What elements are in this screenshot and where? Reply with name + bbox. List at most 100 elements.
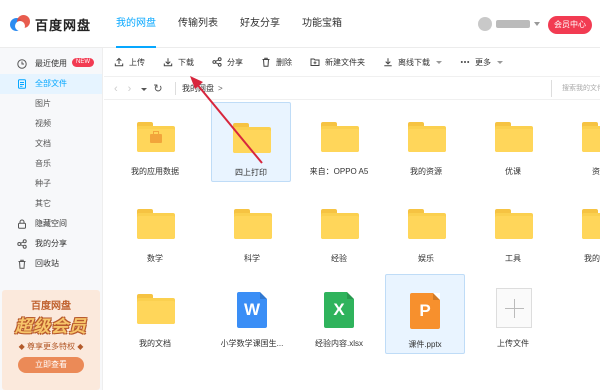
- share-icon: [212, 57, 222, 67]
- sidebar-category-images[interactable]: 图片: [0, 94, 102, 114]
- new-folder-button[interactable]: 新建文件夹: [310, 48, 365, 76]
- file-name: 经验: [331, 254, 347, 263]
- file-item[interactable]: 四上打印: [211, 102, 291, 182]
- user-menu[interactable]: [478, 17, 540, 31]
- file-name: 数学: [147, 254, 163, 263]
- file-item[interactable]: P 课件.pptx: [385, 274, 465, 354]
- file-item[interactable]: 工具: [474, 189, 554, 269]
- file-item[interactable]: 来自：OPPO A5: [300, 102, 380, 182]
- file-icon-wrap: [116, 207, 194, 243]
- delete-label: 删除: [276, 57, 292, 67]
- search-input[interactable]: [552, 80, 600, 97]
- download-button[interactable]: 下载: [163, 48, 194, 76]
- sidebar-category-torrents[interactable]: 种子: [0, 174, 102, 194]
- folder-icon: [233, 123, 271, 153]
- folder-icon: [495, 209, 533, 239]
- sidebar-item-recycle-bin[interactable]: 回收站: [0, 254, 102, 274]
- search-box[interactable]: [551, 80, 600, 97]
- file-icon-wrap: [474, 120, 552, 156]
- history-dropdown-icon[interactable]: [141, 87, 148, 91]
- file-icon-wrap: [474, 207, 552, 243]
- chevron-down-icon: [497, 60, 503, 64]
- file-icon-wrap: [213, 207, 291, 243]
- sidebar-item-hidden-space[interactable]: 隐藏空间: [0, 214, 102, 234]
- delete-button[interactable]: 删除: [261, 48, 292, 76]
- refresh-icon[interactable]: ↻: [153, 82, 162, 96]
- folder-icon: [582, 122, 600, 152]
- back-arrow-icon[interactable]: ‹: [114, 82, 118, 96]
- file-grid: 我的应用数据四上打印来自：OPPO A5我的资源优课资料数学科学经验娱乐工具我的…: [104, 100, 600, 390]
- trash-icon: [262, 57, 270, 67]
- divider: [175, 82, 176, 95]
- forward-arrow-icon[interactable]: ›: [128, 82, 132, 96]
- breadcrumb-root[interactable]: 我的网盘: [182, 84, 214, 93]
- tab-friend-share[interactable]: 好友分享: [229, 0, 291, 48]
- file-item[interactable]: 数学: [116, 189, 196, 269]
- folder-icon: [408, 209, 446, 239]
- upload-button[interactable]: 上传: [114, 48, 145, 76]
- sidebar-item-all-files[interactable]: 全部文件: [0, 74, 102, 94]
- trash-icon: [18, 259, 26, 269]
- file-icon-wrap: [116, 120, 194, 156]
- sidebar-item-recent[interactable]: 最近使用 NEW: [0, 54, 102, 74]
- file-icon-wrap: X: [300, 292, 378, 328]
- file-item[interactable]: X 经验内容.xlsx: [300, 274, 380, 354]
- file-item[interactable]: 经验: [300, 189, 380, 269]
- file-item[interactable]: 科学: [213, 189, 293, 269]
- vip-promo-banner[interactable]: 百度网盘 超级会员 ◆ 尊享更多特权 ◆ 立即查看: [2, 290, 100, 390]
- file-item[interactable]: 我的文档: [116, 274, 196, 354]
- more-dots-icon: [460, 61, 470, 63]
- file-item[interactable]: 资料: [561, 102, 600, 182]
- sidebar-item-my-share[interactable]: 我的分享: [0, 234, 102, 254]
- share-icon: [17, 239, 27, 249]
- folder-icon: [137, 209, 175, 239]
- chevron-down-icon: [436, 60, 442, 64]
- file-icon-wrap: [387, 120, 465, 156]
- file-icon-wrap: W: [213, 292, 291, 328]
- vip-center-button[interactable]: 会员中心: [548, 16, 592, 34]
- file-icon-wrap: [300, 120, 378, 156]
- file-item[interactable]: 优课: [474, 102, 554, 182]
- upload-icon: [114, 57, 124, 67]
- file-name: 科学: [244, 254, 260, 263]
- avatar[interactable]: [478, 17, 492, 31]
- sidebar-item-label: 最近使用: [35, 59, 67, 68]
- sidebar-category-videos[interactable]: 视频: [0, 114, 102, 134]
- folder-icon: [234, 209, 272, 239]
- sidebar-category-music[interactable]: 音乐: [0, 154, 102, 174]
- file-name: 我的文档: [139, 339, 171, 348]
- file-name: 四上打印: [235, 168, 267, 177]
- file-item[interactable]: 我的资源: [387, 102, 467, 182]
- nav-controls: ‹ › ↻: [114, 82, 163, 96]
- tab-my-netdisk[interactable]: 我的网盘: [105, 0, 167, 48]
- main-nav: 我的网盘 传输列表 好友分享 功能宝箱: [105, 0, 353, 48]
- file-icon-wrap: [561, 207, 600, 243]
- more-button[interactable]: 更多: [460, 48, 503, 76]
- offline-download-button[interactable]: 离线下载: [383, 48, 442, 76]
- tab-toolbox[interactable]: 功能宝箱: [291, 0, 353, 48]
- offline-download-icon: [384, 58, 392, 67]
- tab-transfer-list[interactable]: 传输列表: [167, 0, 229, 48]
- file-name: 经验内容.xlsx: [315, 339, 363, 348]
- file-icon-wrap: [300, 207, 378, 243]
- sidebar-category-docs[interactable]: 文档: [0, 134, 102, 154]
- folder-icon: [408, 122, 446, 152]
- folder-icon: [137, 294, 175, 324]
- file-name: 小学数学课国生...: [220, 339, 284, 348]
- sidebar-category-other[interactable]: 其它: [0, 194, 102, 214]
- file-item[interactable]: 我的应用数据: [116, 102, 196, 182]
- file-item[interactable]: 上传文件: [474, 274, 554, 354]
- file-icon-wrap: [561, 120, 600, 156]
- file-item[interactable]: W 小学数学课国生...: [213, 274, 293, 354]
- file-icon-wrap: [116, 292, 194, 328]
- file-item[interactable]: 娱乐: [387, 189, 467, 269]
- file-icon-wrap: [474, 288, 552, 328]
- folder-icon: [321, 122, 359, 152]
- promo-view-button[interactable]: 立即查看: [18, 357, 84, 373]
- username-blurred: [496, 20, 530, 28]
- ppt-file-icon: P: [410, 293, 440, 329]
- share-button[interactable]: 分享: [212, 48, 243, 76]
- file-item[interactable]: 我的网盘: [561, 189, 600, 269]
- file-name: 优课: [505, 167, 521, 176]
- logo[interactable]: 百度网盘: [10, 14, 91, 34]
